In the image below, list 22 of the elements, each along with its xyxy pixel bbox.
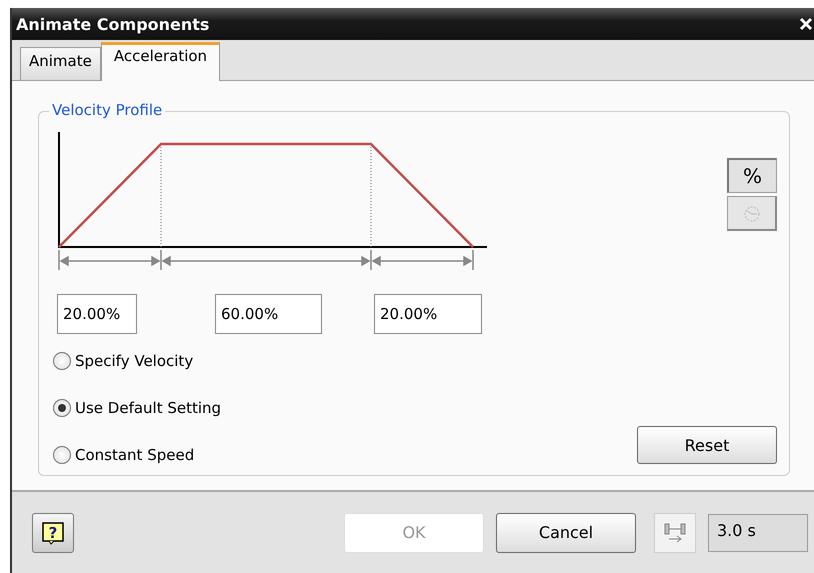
playback-button[interactable] [654, 512, 696, 552]
reset-button[interactable]: Reset [637, 426, 777, 464]
help-bubble-icon: ? [41, 520, 65, 544]
radio-button[interactable] [53, 446, 71, 464]
help-button[interactable]: ? [32, 512, 74, 552]
close-icon[interactable] [798, 16, 814, 32]
tab[interactable]: Acceleration [100, 42, 220, 81]
cancel-button[interactable]: Cancel [496, 512, 636, 552]
radio-label: Use Default Setting [75, 399, 222, 417]
bracket-arrow-icon [663, 520, 687, 544]
percent-field[interactable]: 20.00% [374, 294, 482, 334]
window-title: Animate Components [16, 14, 210, 34]
radio-label: Constant Speed [75, 446, 194, 464]
duration-display: 3.0 s [708, 514, 808, 552]
radio-button[interactable] [53, 352, 71, 370]
percent-toggle[interactable]: % [727, 158, 777, 193]
percent-field[interactable]: 20.00% [57, 294, 137, 334]
tab[interactable]: Animate [20, 47, 101, 80]
radio-button[interactable] [53, 399, 71, 417]
percent-field[interactable]: 60.00% [215, 294, 322, 334]
group-title: Velocity Profile [49, 101, 166, 119]
radio-label: Specify Velocity [75, 352, 194, 370]
